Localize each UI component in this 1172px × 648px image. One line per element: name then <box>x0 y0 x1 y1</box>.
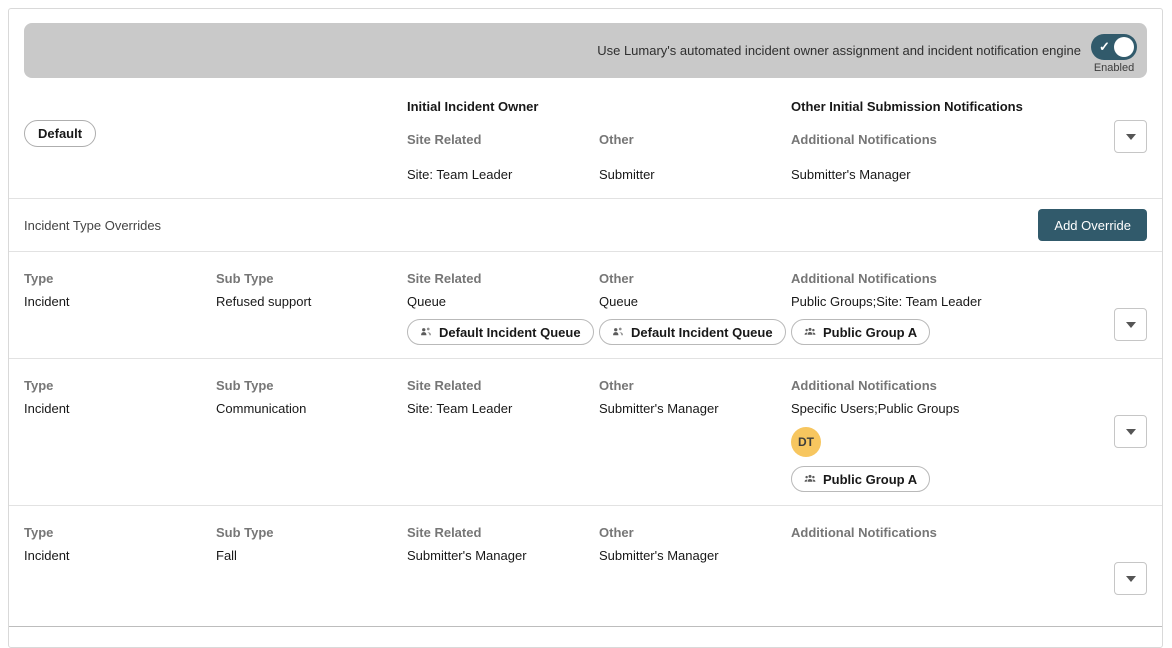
sub-type-cell: Sub Type Refused support <box>216 271 407 345</box>
sub-type-label: Sub Type <box>216 378 274 394</box>
site-related-value: Queue <box>407 294 446 310</box>
other-value: Submitter <box>599 167 655 183</box>
automation-banner: Use Lumary's automated incident owner as… <box>24 23 1147 78</box>
other-cell: Other Submitter's Manager <box>599 378 791 492</box>
override-row: Type Incident Sub Type Fall Site Related… <box>9 506 1162 627</box>
automation-toggle[interactable]: ✓ <box>1091 34 1137 60</box>
row-dropdown-button[interactable] <box>1114 562 1147 595</box>
site-related-label: Site Related <box>407 132 481 148</box>
sub-type-value: Refused support <box>216 294 311 310</box>
queue-pill-label: Default Incident Queue <box>631 325 773 340</box>
type-value: Incident <box>24 401 70 417</box>
default-site-related-cell: Initial Incident Owner Site Related Site… <box>407 99 599 183</box>
chevron-down-icon <box>1126 576 1136 582</box>
type-cell: Type Incident <box>24 525 216 595</box>
public-group-pill[interactable]: Public Group A <box>791 466 930 492</box>
queue-icon <box>612 326 624 338</box>
row-actions-cell <box>1113 378 1147 492</box>
additional-cell: Additional Notifications <box>791 525 1113 595</box>
override-row: Type Incident Sub Type Refused support S… <box>9 252 1162 359</box>
type-cell: Type Incident <box>24 271 216 345</box>
site-related-value: Site: Team Leader <box>407 401 512 417</box>
type-value: Incident <box>24 548 70 564</box>
row-dropdown-button[interactable] <box>1114 415 1147 448</box>
additional-notifications-value: Submitter's Manager <box>791 167 911 183</box>
queue-icon <box>420 326 432 338</box>
additional-notifications-label: Additional Notifications <box>791 132 937 148</box>
overrides-title-bar: Incident Type Overrides Add Override <box>9 199 1162 252</box>
sub-type-label: Sub Type <box>216 271 274 287</box>
additional-notifications-value: Public Groups;Site: Team Leader <box>791 294 982 310</box>
default-additional-cell: Other Initial Submission Notifications A… <box>791 99 1113 183</box>
site-related-cell: Site Related Site: Team Leader <box>407 378 599 492</box>
settings-card: Use Lumary's automated incident owner as… <box>8 8 1163 648</box>
other-label: Other <box>599 525 634 541</box>
check-icon: ✓ <box>1099 38 1110 56</box>
other-label: Other <box>599 132 634 148</box>
type-value: Incident <box>24 294 70 310</box>
spacer-cell <box>216 99 407 183</box>
other-value: Submitter's Manager <box>599 548 719 564</box>
other-cell: Other Queue Default Incident Queue <box>599 271 791 345</box>
default-actions-cell <box>1113 99 1147 183</box>
row-actions-cell <box>1113 525 1147 595</box>
sub-type-cell: Sub Type Communication <box>216 378 407 492</box>
sub-type-value: Communication <box>216 401 306 417</box>
public-group-pill-label: Public Group A <box>823 325 917 340</box>
other-label: Other <box>599 271 634 287</box>
default-badge: Default <box>24 120 96 147</box>
initial-incident-owner-header: Initial Incident Owner <box>407 99 538 115</box>
queue-pill[interactable]: Default Incident Queue <box>407 319 594 345</box>
site-related-value: Site: Team Leader <box>407 167 512 183</box>
group-icon <box>804 326 816 338</box>
additional-notifications-label: Additional Notifications <box>791 378 937 394</box>
default-badge-cell: Default <box>24 99 216 183</box>
group-header-spacer <box>599 99 603 115</box>
sub-type-cell: Sub Type Fall <box>216 525 407 595</box>
type-label: Type <box>24 271 53 287</box>
row-dropdown-button[interactable] <box>1114 308 1147 341</box>
site-related-cell: Site Related Submitter's Manager <box>407 525 599 595</box>
site-related-label: Site Related <box>407 378 481 394</box>
override-row: Type Incident Sub Type Communication Sit… <box>9 359 1162 506</box>
public-group-pill-label: Public Group A <box>823 472 917 487</box>
default-row-dropdown-button[interactable] <box>1114 120 1147 153</box>
default-assignment-section: Default Initial Incident Owner Site Rela… <box>9 78 1162 199</box>
site-related-label: Site Related <box>407 271 481 287</box>
other-value: Submitter's Manager <box>599 401 719 417</box>
queue-pill[interactable]: Default Incident Queue <box>599 319 786 345</box>
other-cell: Other Submitter's Manager <box>599 525 791 595</box>
automation-toggle-wrap: ✓ Enabled <box>1091 34 1137 74</box>
additional-cell: Additional Notifications Public Groups;S… <box>791 271 1113 345</box>
additional-notifications-value: Specific Users;Public Groups <box>791 401 959 417</box>
sub-type-value: Fall <box>216 548 237 564</box>
type-label: Type <box>24 378 53 394</box>
sub-type-label: Sub Type <box>216 525 274 541</box>
additional-notifications-label: Additional Notifications <box>791 525 937 541</box>
other-submission-notifications-header: Other Initial Submission Notifications <box>791 99 1023 115</box>
queue-pill-label: Default Incident Queue <box>439 325 581 340</box>
type-cell: Type Incident <box>24 378 216 492</box>
automation-banner-text: Use Lumary's automated incident owner as… <box>597 43 1081 58</box>
chevron-down-icon <box>1126 134 1136 140</box>
row-actions-cell <box>1113 271 1147 345</box>
add-override-button[interactable]: Add Override <box>1038 209 1147 241</box>
type-label: Type <box>24 525 53 541</box>
chevron-down-icon <box>1126 429 1136 435</box>
group-icon <box>804 473 816 485</box>
toggle-state-label: Enabled <box>1094 62 1134 74</box>
additional-notifications-label: Additional Notifications <box>791 271 937 287</box>
toggle-knob <box>1114 37 1134 57</box>
site-related-label: Site Related <box>407 525 481 541</box>
public-group-pill[interactable]: Public Group A <box>791 319 930 345</box>
default-other-cell: Other Submitter <box>599 99 791 183</box>
site-related-cell: Site Related Queue Default Incident Queu… <box>407 271 599 345</box>
other-label: Other <box>599 378 634 394</box>
overrides-title: Incident Type Overrides <box>24 218 161 233</box>
chevron-down-icon <box>1126 322 1136 328</box>
user-avatar[interactable]: DT <box>791 427 821 457</box>
site-related-value: Submitter's Manager <box>407 548 527 564</box>
additional-cell: Additional Notifications Specific Users;… <box>791 378 1113 492</box>
other-value: Queue <box>599 294 638 310</box>
